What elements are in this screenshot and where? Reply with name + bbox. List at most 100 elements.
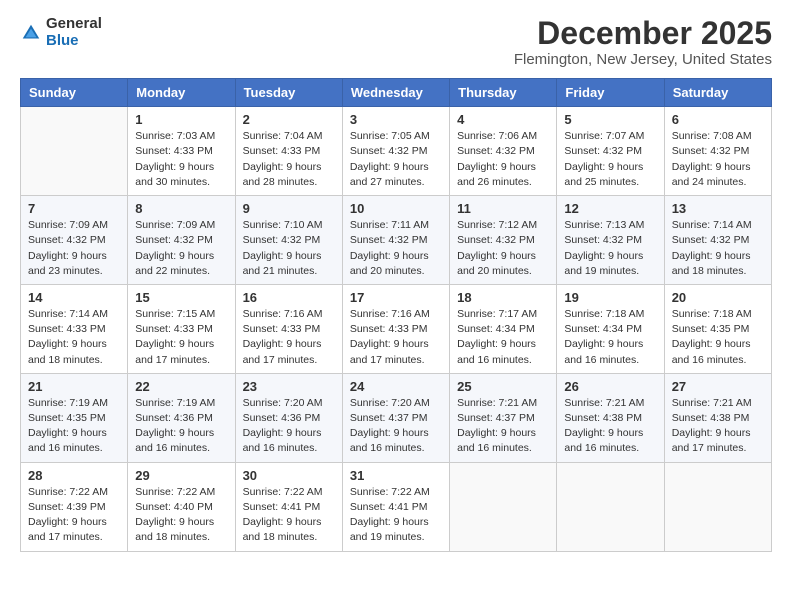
calendar-cell: 31Sunrise: 7:22 AMSunset: 4:41 PMDayligh… [342,462,449,551]
day-info: Sunrise: 7:08 AMSunset: 4:32 PMDaylight:… [672,129,764,190]
calendar-cell [21,107,128,196]
calendar-cell: 20Sunrise: 7:18 AMSunset: 4:35 PMDayligh… [664,284,771,373]
day-info: Sunrise: 7:20 AMSunset: 4:37 PMDaylight:… [350,396,442,457]
day-info: Sunrise: 7:17 AMSunset: 4:34 PMDaylight:… [457,307,549,368]
day-info: Sunrise: 7:09 AMSunset: 4:32 PMDaylight:… [28,218,120,279]
day-number: 17 [350,290,442,305]
day-info: Sunrise: 7:21 AMSunset: 4:37 PMDaylight:… [457,396,549,457]
calendar-week-row: 28 Sunrise: 7:22 AMSunset: 4:39 PMDayligh… [21,462,772,551]
calendar-cell: 4 Sunrise: 7:06 AMSunset: 4:32 PMDaylight… [450,107,557,196]
calendar-week-row: 21 Sunrise: 7:19 AMSunset: 4:35 PMDayligh… [21,373,772,462]
day-info: Sunrise: 7:12 AMSunset: 4:32 PMDaylight:… [457,218,549,279]
logo-icon [20,22,42,44]
calendar-cell: 24Sunrise: 7:20 AMSunset: 4:37 PMDayligh… [342,373,449,462]
day-info: Sunrise: 7:19 AMSunset: 4:35 PMDaylight:… [28,396,120,457]
calendar-cell [664,462,771,551]
calendar-cell: 3 Sunrise: 7:05 AMSunset: 4:32 PMDaylight… [342,107,449,196]
calendar-cell: 22 Sunrise: 7:19 AMSunset: 4:36 PMDayligh… [128,373,235,462]
calendar-cell: 14 Sunrise: 7:14 AMSunset: 4:33 PMDayligh… [21,284,128,373]
calendar-cell: 1Sunrise: 7:03 AMSunset: 4:33 PMDaylight… [128,107,235,196]
calendar-header-row: SundayMondayTuesdayWednesdayThursdayFrid… [21,79,772,107]
day-info: Sunrise: 7:15 AMSunset: 4:33 PMDaylight:… [135,307,227,368]
day-info: Sunrise: 7:13 AMSunset: 4:32 PMDaylight:… [564,218,656,279]
calendar-cell: 27Sunrise: 7:21 AMSunset: 4:38 PMDayligh… [664,373,771,462]
day-number: 22 [135,379,227,394]
day-info: Sunrise: 7:16 AMSunset: 4:33 PMDaylight:… [243,307,335,368]
page-header: General Blue December 2025 Flemington, N… [20,16,772,68]
weekday-header: Friday [557,79,664,107]
day-number: 20 [672,290,764,305]
day-number: 16 [243,290,335,305]
day-number: 11 [457,201,549,216]
calendar-cell: 2Sunrise: 7:04 AMSunset: 4:33 PMDaylight… [235,107,342,196]
calendar-cell: 6 Sunrise: 7:08 AMSunset: 4:32 PMDaylight… [664,107,771,196]
day-number: 14 [28,290,120,305]
calendar-table: SundayMondayTuesdayWednesdayThursdayFrid… [20,78,772,551]
day-number: 15 [135,290,227,305]
day-number: 31 [350,468,442,483]
calendar-week-row: 14 Sunrise: 7:14 AMSunset: 4:33 PMDayligh… [21,284,772,373]
calendar-cell: 26Sunrise: 7:21 AMSunset: 4:38 PMDayligh… [557,373,664,462]
day-info: Sunrise: 7:22 AMSunset: 4:40 PMDaylight:… [135,485,227,546]
day-info: Sunrise: 7:11 AMSunset: 4:32 PMDaylight:… [350,218,442,279]
day-info: Sunrise: 7:09 AMSunset: 4:32 PMDaylight:… [135,218,227,279]
day-number: 18 [457,290,549,305]
day-number: 12 [564,201,656,216]
day-number: 27 [672,379,764,394]
day-number: 30 [243,468,335,483]
day-number: 23 [243,379,335,394]
day-info: Sunrise: 7:18 AMSunset: 4:34 PMDaylight:… [564,307,656,368]
calendar-cell: 13Sunrise: 7:14 AMSunset: 4:32 PMDayligh… [664,196,771,285]
logo-blue-text: Blue [46,33,102,50]
day-number: 1 [135,112,227,127]
calendar-cell: 17 Sunrise: 7:16 AMSunset: 4:33 PMDayligh… [342,284,449,373]
calendar-cell: 25 Sunrise: 7:21 AMSunset: 4:37 PMDayligh… [450,373,557,462]
weekday-header: Monday [128,79,235,107]
day-number: 8 [135,201,227,216]
day-info: Sunrise: 7:06 AMSunset: 4:32 PMDaylight:… [457,129,549,190]
day-number: 25 [457,379,549,394]
calendar-cell: 18 Sunrise: 7:17 AMSunset: 4:34 PMDayligh… [450,284,557,373]
calendar-cell: 7Sunrise: 7:09 AMSunset: 4:32 PMDaylight… [21,196,128,285]
weekday-header: Tuesday [235,79,342,107]
calendar-cell: 23 Sunrise: 7:20 AMSunset: 4:36 PMDayligh… [235,373,342,462]
day-number: 21 [28,379,120,394]
calendar-week-row: 7Sunrise: 7:09 AMSunset: 4:32 PMDaylight… [21,196,772,285]
logo: General Blue [20,16,102,49]
calendar-cell: 16 Sunrise: 7:16 AMSunset: 4:33 PMDayligh… [235,284,342,373]
day-info: Sunrise: 7:20 AMSunset: 4:36 PMDaylight:… [243,396,335,457]
day-number: 26 [564,379,656,394]
day-info: Sunrise: 7:16 AMSunset: 4:33 PMDaylight:… [350,307,442,368]
day-number: 3 [350,112,442,127]
calendar-week-row: 1Sunrise: 7:03 AMSunset: 4:33 PMDaylight… [21,107,772,196]
day-number: 4 [457,112,549,127]
day-info: Sunrise: 7:10 AMSunset: 4:32 PMDaylight:… [243,218,335,279]
calendar-cell [450,462,557,551]
day-info: Sunrise: 7:22 AMSunset: 4:39 PMDaylight:… [28,485,120,546]
weekday-header: Thursday [450,79,557,107]
day-info: Sunrise: 7:19 AMSunset: 4:36 PMDaylight:… [135,396,227,457]
calendar-cell: 5Sunrise: 7:07 AMSunset: 4:32 PMDaylight… [557,107,664,196]
calendar-cell: 9 Sunrise: 7:10 AMSunset: 4:32 PMDaylight… [235,196,342,285]
calendar-cell: 12 Sunrise: 7:13 AMSunset: 4:32 PMDayligh… [557,196,664,285]
day-info: Sunrise: 7:22 AMSunset: 4:41 PMDaylight:… [243,485,335,546]
day-info: Sunrise: 7:04 AMSunset: 4:33 PMDaylight:… [243,129,335,190]
calendar-cell: 21 Sunrise: 7:19 AMSunset: 4:35 PMDayligh… [21,373,128,462]
calendar-cell: 8 Sunrise: 7:09 AMSunset: 4:32 PMDaylight… [128,196,235,285]
day-info: Sunrise: 7:14 AMSunset: 4:32 PMDaylight:… [672,218,764,279]
calendar-cell: 15 Sunrise: 7:15 AMSunset: 4:33 PMDayligh… [128,284,235,373]
day-number: 6 [672,112,764,127]
calendar-cell: 10 Sunrise: 7:11 AMSunset: 4:32 PMDayligh… [342,196,449,285]
subtitle: Flemington, New Jersey, United States [514,51,772,68]
day-info: Sunrise: 7:14 AMSunset: 4:33 PMDaylight:… [28,307,120,368]
day-info: Sunrise: 7:05 AMSunset: 4:32 PMDaylight:… [350,129,442,190]
weekday-header: Sunday [21,79,128,107]
calendar-cell: 11 Sunrise: 7:12 AMSunset: 4:32 PMDayligh… [450,196,557,285]
day-number: 19 [564,290,656,305]
day-number: 9 [243,201,335,216]
calendar-cell: 19 Sunrise: 7:18 AMSunset: 4:34 PMDayligh… [557,284,664,373]
day-number: 10 [350,201,442,216]
day-number: 28 [28,468,120,483]
day-number: 29 [135,468,227,483]
logo-general-text: General [46,16,102,33]
